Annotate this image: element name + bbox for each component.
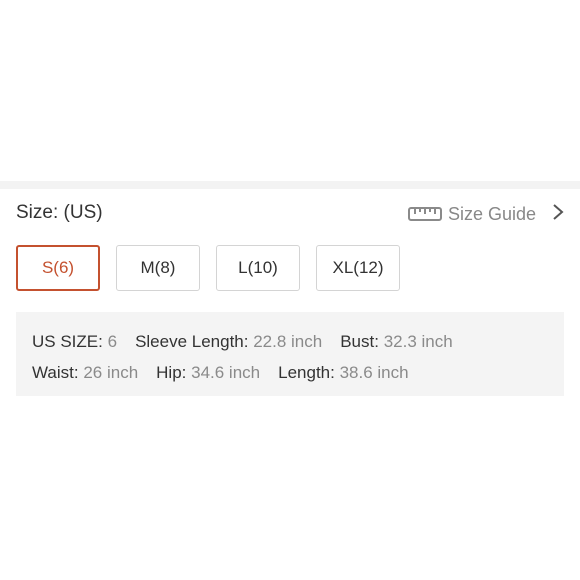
measure-key: Hip: [156, 362, 187, 382]
measurements-row-2: Waist: 26 inch Hip: 34.6 inch Length: 38… [32, 357, 564, 388]
measure-bust: Bust: 32.3 inch [340, 332, 452, 352]
measure-key: Waist: [32, 362, 79, 382]
measure-key: US SIZE: [32, 331, 103, 351]
size-option-l[interactable]: L(10) [216, 245, 300, 291]
size-options: S(6) M(8) L(10) XL(12) [16, 245, 400, 291]
size-title: Size: (US) [16, 202, 103, 223]
measure-hip: Hip: 34.6 inch [156, 363, 260, 383]
measure-us-size: US SIZE: 6 [32, 332, 117, 352]
size-option-s[interactable]: S(6) [16, 245, 100, 291]
size-guide-link[interactable]: Size Guide [407, 200, 564, 228]
size-guide-label: Size Guide [447, 203, 536, 224]
chevron-right-icon [552, 203, 564, 225]
measure-value: 38.6 inch [339, 362, 409, 382]
measure-value: 6 [107, 331, 118, 351]
size-option-xl[interactable]: XL(12) [316, 245, 400, 291]
ruler-icon [407, 205, 442, 223]
measure-key: Sleeve Length: [135, 331, 249, 351]
measurements-panel: US SIZE: 6 Sleeve Length: 22.8 inch Bust… [16, 312, 564, 396]
measure-key: Bust: [340, 331, 379, 351]
measure-value: 22.8 inch [253, 331, 323, 351]
size-header: Size: (US) Size Guide [16, 200, 564, 228]
measure-length: Length: 38.6 inch [278, 363, 408, 383]
measure-value: 26 inch [83, 362, 139, 382]
measure-value: 34.6 inch [191, 362, 261, 382]
size-option-m[interactable]: M(8) [116, 245, 200, 291]
measure-value: 32.3 inch [383, 331, 453, 351]
measurements-row-1: US SIZE: 6 Sleeve Length: 22.8 inch Bust… [32, 326, 564, 357]
measure-waist: Waist: 26 inch [32, 363, 138, 383]
measure-key: Length: [278, 362, 335, 382]
section-divider [0, 181, 580, 189]
measure-sleeve-length: Sleeve Length: 22.8 inch [135, 332, 322, 352]
